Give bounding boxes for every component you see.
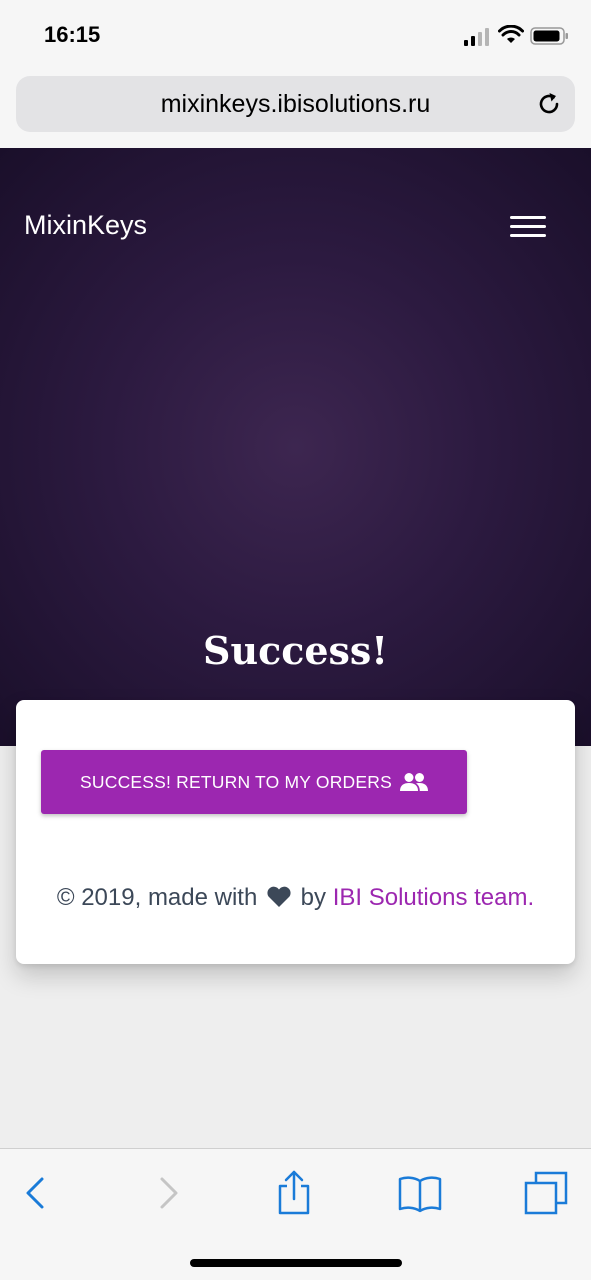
menu-line (510, 234, 546, 237)
people-icon (399, 773, 428, 791)
reload-icon[interactable] (535, 90, 563, 118)
hamburger-menu-icon[interactable] (510, 214, 548, 242)
menu-line (510, 225, 546, 228)
menu-line (510, 216, 546, 219)
bookmarks-icon[interactable] (396, 1169, 444, 1217)
brand-logo[interactable]: MixinKeys (24, 210, 147, 241)
ibi-solutions-link[interactable]: IBI Solutions team. (333, 884, 534, 911)
return-to-orders-button[interactable]: SUCCESS! RETURN TO MY ORDERS (41, 750, 467, 814)
footer-prefix: © 2019, made with (56, 884, 258, 911)
url-text[interactable]: mixinkeys.ibisolutions.ru (16, 90, 575, 119)
forward-icon[interactable] (150, 1169, 186, 1217)
tabs-icon[interactable] (522, 1169, 570, 1217)
address-bar[interactable]: mixinkeys.ibisolutions.ru (16, 76, 575, 132)
share-icon[interactable] (270, 1169, 318, 1217)
wifi-icon (498, 25, 524, 43)
signal-icon (464, 28, 489, 46)
back-icon[interactable] (18, 1169, 54, 1217)
content-card: SUCCESS! RETURN TO MY ORDERS © 2019, mad… (16, 700, 575, 964)
browser-top-bar: mixinkeys.ibisolutions.ru (0, 72, 591, 148)
hero-header: MixinKeys Success! (0, 148, 591, 746)
home-indicator (190, 1259, 402, 1267)
footer-by: by (300, 884, 327, 911)
footer-credits: © 2019, made with by IBI Solutions team. (16, 884, 575, 912)
status-bar: 16:15 (0, 0, 591, 72)
browser-toolbar (0, 1148, 591, 1280)
battery-icon (530, 27, 568, 45)
return-button-label: SUCCESS! RETURN TO MY ORDERS (80, 771, 392, 792)
page-title: Success! (203, 628, 388, 673)
heart-icon (267, 886, 291, 907)
status-time: 16:15 (44, 22, 101, 47)
